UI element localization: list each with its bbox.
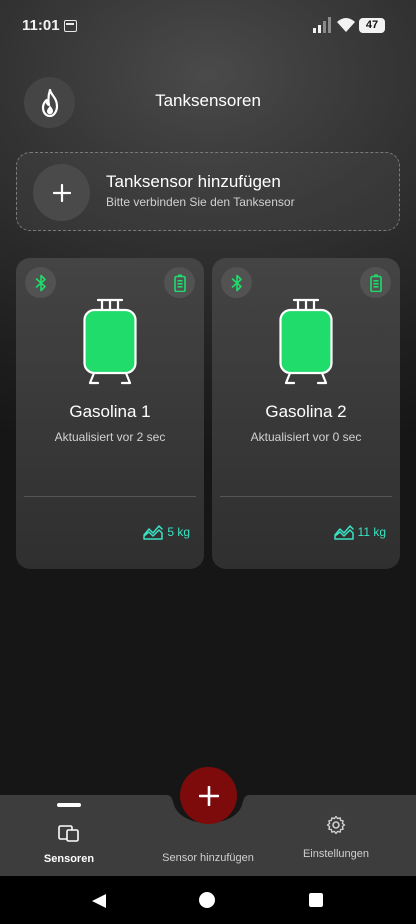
battery-button[interactable] [360,267,391,298]
page-title: Tanksensoren [155,91,261,110]
nav-tab-label: Einstellungen [302,848,370,860]
sensor-card-gasolina-2[interactable]: Gasolina 2 Aktualisiert vor 0 sec 11 kg [212,258,400,569]
chart-area-icon [143,525,164,540]
gas-tank-icon [279,298,333,385]
add-sensor-title: Tanksensor hinzufügen [106,172,281,191]
devices-icon [58,825,79,842]
sensor-name: Gasolina 1 [69,402,151,421]
bluetooth-icon [35,274,46,291]
sensor-weight: 5 kg [143,524,190,540]
plus-icon [198,785,219,806]
battery-indicator: 47 [359,18,385,33]
battery-button[interactable] [164,267,195,298]
nav-active-indicator [57,803,81,807]
add-sensor-subtitle: Bitte verbinden Sie den Tanksensor [106,195,295,209]
sensor-name: Gasolina 2 [265,402,347,421]
card-divider [220,496,392,497]
plus-icon [52,183,71,202]
sensor-updated: Aktualisiert vor 0 sec [250,430,362,444]
signal-icon [313,17,331,33]
sensor-weight: 11 kg [333,524,386,540]
recent-apps-icon[interactable] [309,893,323,907]
status-bar: 11:01 47 [0,0,416,52]
sensor-weight-value: 5 kg [167,525,190,539]
system-navigation-bar [0,876,416,924]
status-time: 11:01 [22,17,60,34]
back-icon[interactable] [91,893,107,909]
home-icon[interactable] [199,892,215,908]
bluetooth-button[interactable] [25,267,56,298]
gear-icon [326,815,346,835]
wifi-icon [337,18,355,32]
battery-icon [173,274,186,292]
battery-icon [369,274,382,292]
sensor-updated: Aktualisiert vor 2 sec [54,430,166,444]
nav-tab-add-sensor[interactable]: Sensor hinzufügen [145,852,271,864]
gas-tank-icon [83,298,137,385]
sensor-card-gasolina-1[interactable]: Gasolina 1 Aktualisiert vor 2 sec 5 kg [16,258,204,569]
card-divider [24,496,196,497]
notification-icon [64,20,77,32]
nav-tab-label: Sensoren [43,853,95,865]
add-sensor-fab[interactable] [180,767,237,824]
bluetooth-icon [231,274,242,291]
chart-area-icon [333,525,354,540]
add-sensor-banner[interactable]: Tanksensor hinzufügen Bitte verbinden Si… [16,152,400,231]
add-sensor-plus-button[interactable] [33,164,90,221]
bluetooth-button[interactable] [221,267,252,298]
sensor-weight-value: 11 kg [357,525,386,539]
